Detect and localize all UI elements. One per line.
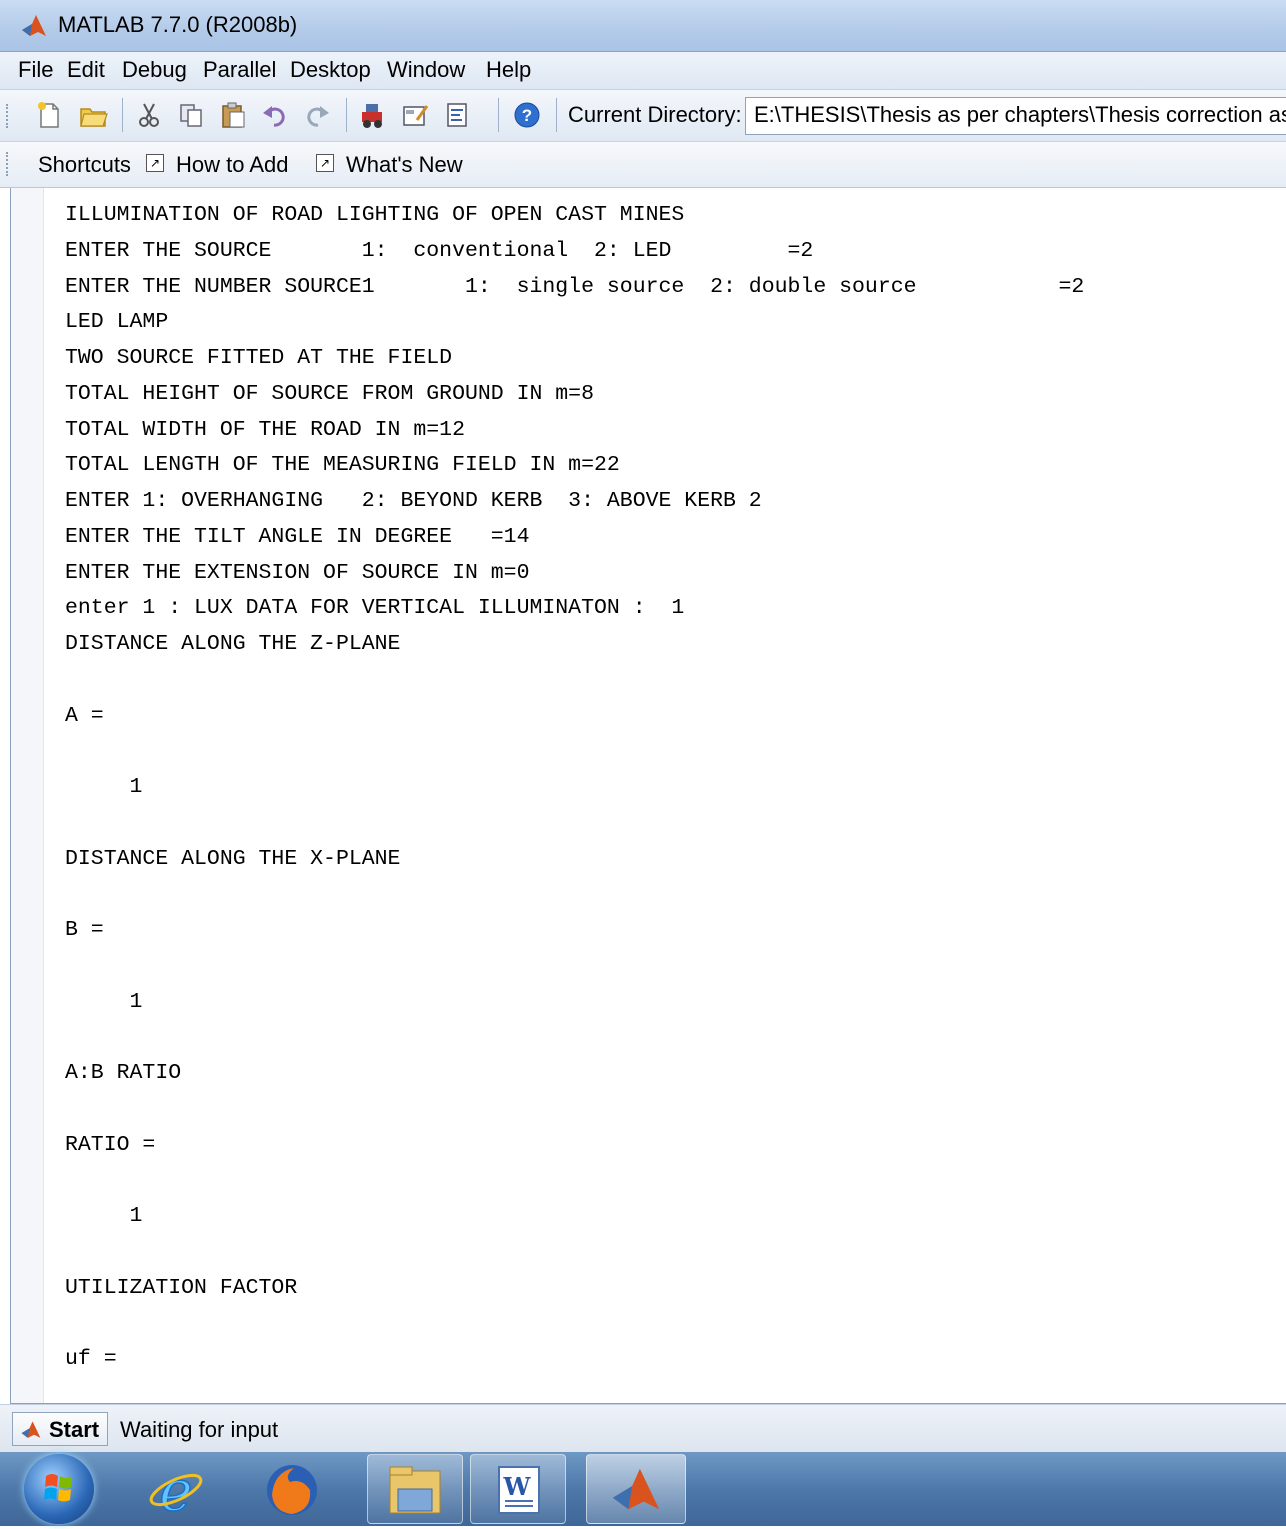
- matlab-logo-icon: [21, 1421, 41, 1438]
- menu-debug[interactable]: Debug: [122, 57, 187, 83]
- command-output-line: 1: [65, 989, 143, 1014]
- toolbar-separator: [498, 98, 499, 132]
- command-output-line: UTILIZATION FACTOR: [65, 1275, 298, 1300]
- shortcut-whats-new[interactable]: What's New: [346, 152, 463, 178]
- command-output-line: RATIO =: [65, 1132, 156, 1157]
- toolbar-separator: [122, 98, 123, 132]
- command-output-line: 1: [65, 1204, 143, 1228]
- command-output-line: ENTER THE NUMBER SOURCE1 1: single sourc…: [65, 274, 1085, 299]
- command-window[interactable]: ILLUMINATION OF ROAD LIGHTING OF OPEN CA…: [10, 188, 1286, 1404]
- taskbar-button-matlab[interactable]: [586, 1454, 686, 1524]
- command-window-gutter: [11, 188, 44, 1403]
- command-output-line: LED LAMP: [65, 310, 169, 335]
- taskbar-button-explorer[interactable]: [367, 1454, 463, 1524]
- toolbar: ? Current Directory: E:\THESIS\Thesis as…: [0, 90, 1286, 142]
- toolbar-separator: [556, 98, 557, 132]
- command-output-line: B =: [65, 918, 104, 942]
- firefox-icon[interactable]: [262, 1460, 322, 1520]
- command-output-line: DISTANCE ALONG THE X-PLANE: [65, 846, 401, 871]
- windows-start-orb-icon[interactable]: [24, 1454, 94, 1524]
- svg-text:?: ?: [522, 106, 532, 125]
- start-button[interactable]: Start: [12, 1412, 108, 1446]
- guide-icon[interactable]: [400, 100, 430, 130]
- word-icon: W: [498, 1466, 540, 1514]
- svg-text:W: W: [503, 1472, 532, 1501]
- menu-parallel[interactable]: Parallel: [203, 57, 276, 83]
- command-output-line: TOTAL WIDTH OF THE ROAD IN m=12: [65, 417, 465, 442]
- command-output-line: ENTER THE EXTENSION OF SOURCE IN m=0: [65, 560, 530, 585]
- shortcuts-label[interactable]: Shortcuts: [38, 152, 131, 178]
- current-directory-field[interactable]: E:\THESIS\Thesis as per chapters\Thesis …: [745, 97, 1286, 135]
- open-folder-icon[interactable]: [78, 100, 108, 130]
- title-bar: MATLAB 7.7.0 (R2008b): [0, 0, 1286, 52]
- help-icon[interactable]: ?: [512, 100, 542, 130]
- paste-icon[interactable]: [218, 100, 248, 130]
- new-file-icon[interactable]: [34, 100, 64, 130]
- shortcut-link-icon: ↗: [146, 154, 164, 172]
- internet-explorer-icon[interactable]: e: [146, 1460, 206, 1520]
- menu-window[interactable]: Window: [387, 57, 465, 83]
- command-output-line: ENTER THE SOURCE 1: conventional 2: LED …: [65, 238, 814, 263]
- start-button-label: Start: [49, 1417, 100, 1442]
- toolbar-grip[interactable]: [6, 104, 11, 128]
- undo-icon[interactable]: [260, 100, 290, 130]
- svg-text:e: e: [159, 1460, 192, 1520]
- matlab-logo-icon: [22, 15, 46, 36]
- command-output-line: TOTAL LENGTH OF THE MEASURING FIELD IN m…: [65, 453, 620, 478]
- shortcut-how-to-add[interactable]: How to Add: [176, 152, 289, 178]
- command-output-line: ILLUMINATION OF ROAD LIGHTING OF OPEN CA…: [65, 203, 685, 227]
- profiler-icon[interactable]: [442, 100, 472, 130]
- taskbar-button-word[interactable]: W: [470, 1454, 566, 1524]
- shortcut-link-icon: ↗: [316, 154, 334, 172]
- redo-icon[interactable]: [302, 100, 332, 130]
- status-text: Waiting for input: [120, 1417, 279, 1442]
- cut-icon[interactable]: [134, 100, 164, 130]
- menu-edit[interactable]: Edit: [67, 57, 105, 83]
- command-output-line: 1: [65, 775, 143, 799]
- command-output-line: TOTAL HEIGHT OF SOURCE FROM GROUND IN m=…: [65, 381, 594, 406]
- menu-desktop[interactable]: Desktop: [290, 57, 371, 83]
- copy-icon[interactable]: [176, 100, 206, 130]
- command-output-line: TWO SOURCE FITTED AT THE FIELD: [65, 346, 453, 370]
- shortcuts-grip[interactable]: [6, 152, 11, 176]
- toolbar-separator: [346, 98, 347, 132]
- window-title: MATLAB 7.7.0 (R2008b): [58, 12, 298, 37]
- menu-file[interactable]: File: [18, 57, 53, 83]
- command-output-line: A:B RATIO: [65, 1061, 182, 1085]
- command-output-line: A =: [65, 703, 104, 728]
- command-output-line: enter 1 : LUX DATA FOR VERTICAL ILLUMINA…: [65, 596, 685, 621]
- file-explorer-icon: [389, 1466, 441, 1514]
- command-output-line: ENTER THE TILT ANGLE IN DEGREE =14: [65, 524, 530, 549]
- status-bar: Start Waiting for input: [0, 1404, 1286, 1452]
- simulink-icon[interactable]: [358, 100, 388, 130]
- shortcuts-toolbar: Shortcuts ↗ How to Add ↗ What's New: [0, 142, 1286, 188]
- current-directory-label: Current Directory:: [568, 102, 742, 127]
- matlab-window: MATLAB 7.7.0 (R2008b) File Edit Debug Pa…: [0, 0, 1286, 1526]
- matlab-icon: [612, 1468, 660, 1510]
- command-output-line: DISTANCE ALONG THE Z-PLANE: [65, 632, 401, 656]
- windows-taskbar: e W: [0, 1452, 1286, 1526]
- command-output-line: ENTER 1: OVERHANGING 2: BEYOND KERB 3: A…: [65, 489, 762, 513]
- menu-bar: File Edit Debug Parallel Desktop Window …: [0, 52, 1286, 90]
- menu-help[interactable]: Help: [486, 57, 531, 83]
- command-output-line: uf =: [65, 1347, 117, 1371]
